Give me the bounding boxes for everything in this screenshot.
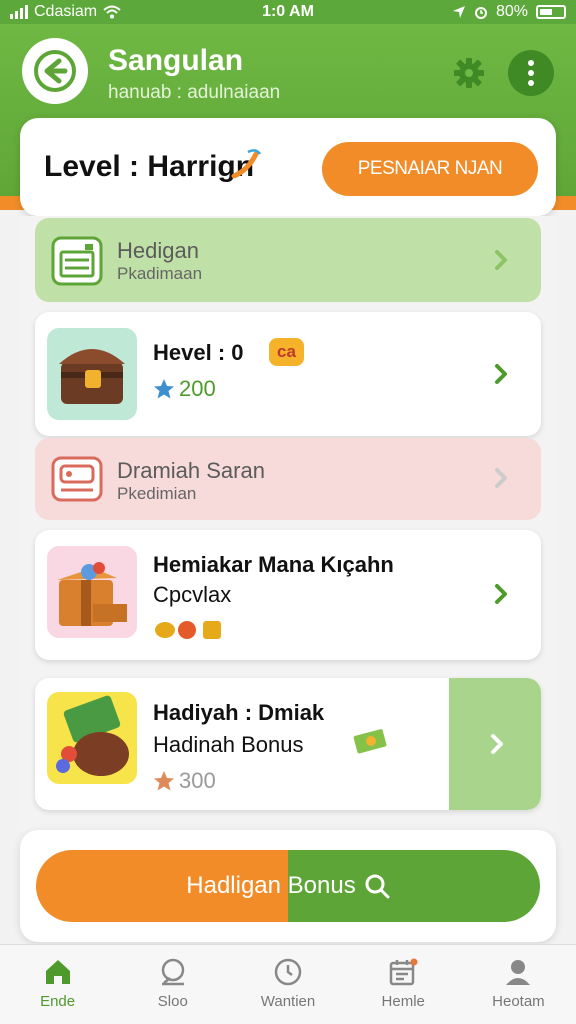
chevron-right-icon xyxy=(491,734,503,754)
bottom-nav: Ende Sloo Wantien Hemle Heotam xyxy=(0,944,576,1024)
nav-item-profile[interactable]: Heotam xyxy=(461,945,576,1024)
bonus-cannon-icon xyxy=(47,692,137,784)
card-icon xyxy=(51,456,103,502)
cash-icon xyxy=(353,729,387,754)
level-label: Level : xyxy=(44,150,140,183)
nav-label: Wantien xyxy=(260,993,316,1010)
nav-label: Hemle xyxy=(381,993,425,1010)
nav-label: Sloo xyxy=(157,993,188,1010)
gift-box-icon xyxy=(47,546,137,638)
home-icon xyxy=(45,960,70,984)
star-icon xyxy=(154,771,174,791)
back-arrow-logo-icon[interactable] xyxy=(22,38,88,104)
nav-label: Heotam xyxy=(492,993,545,1010)
row-subtitle: Hadinah Bonus xyxy=(153,732,304,757)
level-action-button[interactable]: PESNAIAR NJAN xyxy=(322,142,538,196)
coin-badge: ca xyxy=(269,338,304,366)
nav-item-clock[interactable]: Wantien xyxy=(230,945,345,1024)
search-icon xyxy=(365,874,390,899)
row-subtitle: Pkadimaan xyxy=(117,264,203,283)
gear-icon[interactable] xyxy=(452,56,486,90)
app-subtitle: hanuab : adulnaiaan xyxy=(108,82,281,103)
bonus-action-card: Hadligan Bonus xyxy=(20,830,556,942)
level-title: Level : Harrign xyxy=(44,150,254,184)
battery-icon xyxy=(536,5,566,19)
level-card: Level : Harrign PESNAIAR NJAN xyxy=(20,118,556,216)
more-icon[interactable] xyxy=(508,50,554,96)
chevron-right-icon xyxy=(495,468,507,488)
treasure-chest-icon xyxy=(47,328,137,420)
row-title: Hemiakar Mana Kıçahn xyxy=(153,552,394,577)
points-value: 300 xyxy=(179,768,216,793)
level-sparkle-icon xyxy=(231,149,262,179)
voucher-icon xyxy=(51,236,103,286)
points-value: 200 xyxy=(179,376,216,401)
chevron-right-icon xyxy=(495,584,507,604)
nav-item-home[interactable]: Ende xyxy=(0,945,115,1024)
row-title: Dramiah Saran xyxy=(117,458,265,483)
list-item[interactable]: Dramiah Saran Pkedimian xyxy=(35,438,541,520)
row-subtitle: Pkedimian xyxy=(117,484,197,503)
bonus-search-label: Hadligan Bonus xyxy=(186,872,356,899)
row-subtitle: Cpcvlax xyxy=(153,582,232,607)
profile-icon xyxy=(506,960,531,985)
nav-label: Ende xyxy=(40,993,76,1010)
list-item[interactable]: Hadiyah : Dmiak Hadinah Bonus 300 xyxy=(35,678,541,810)
bonus-search-button[interactable]: Hadligan Bonus xyxy=(36,850,540,922)
row-title: Hedigan xyxy=(117,238,199,263)
status-bar: Cdasiam 1:0 AM 80% xyxy=(0,0,576,24)
list-item[interactable]: Hedigan Pkadimaan xyxy=(35,218,541,302)
status-time: 1:0 AM xyxy=(262,3,314,20)
calendar-icon xyxy=(389,958,418,986)
row-title: Hevel : 0 xyxy=(153,340,244,365)
coins-icon xyxy=(155,621,221,639)
chevron-right-icon xyxy=(495,364,507,384)
row-title: Hadiyah : Dmiak xyxy=(153,700,325,725)
reward-list: Hedigan Pkadimaan Hevel : 0 ca 200 Drami… xyxy=(20,216,556,830)
chat-icon xyxy=(161,958,185,986)
star-icon xyxy=(154,379,174,399)
clock-icon xyxy=(274,958,302,986)
list-item[interactable]: Hemiakar Mana Kıçahn Cpcvlax xyxy=(35,530,541,660)
chevron-right-icon xyxy=(495,250,507,270)
list-item[interactable]: Hevel : 0 ca 200 xyxy=(35,312,541,436)
nav-item-calendar[interactable]: Hemle xyxy=(346,945,461,1024)
app-title: Sangulan xyxy=(108,44,244,77)
nav-item-chat[interactable]: Sloo xyxy=(115,945,230,1024)
